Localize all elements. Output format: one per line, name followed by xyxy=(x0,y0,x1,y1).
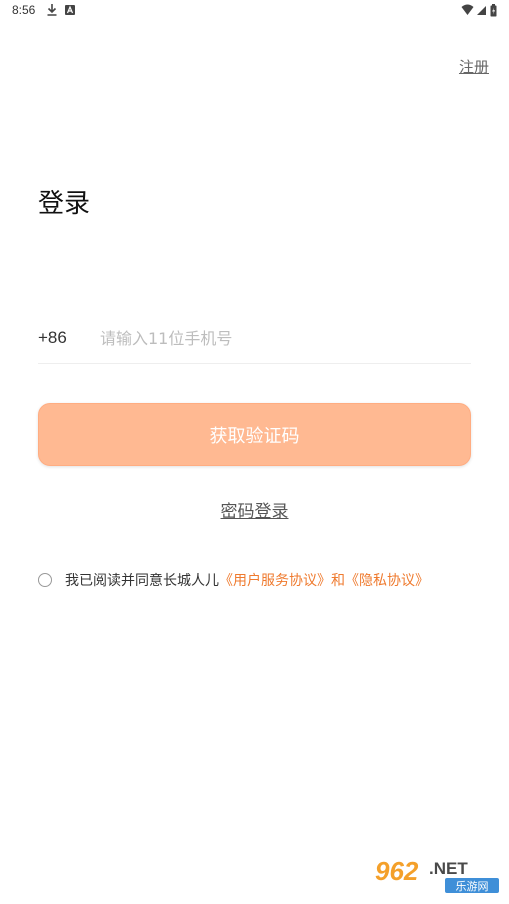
register-link[interactable]: 注册 xyxy=(459,56,489,77)
phone-input-row: +86 xyxy=(38,313,471,364)
battery-icon xyxy=(490,3,497,16)
signal-icon xyxy=(477,6,486,15)
agreement-row: 我已阅读并同意长城人儿《用户服务协议》和《隐私协议》 xyxy=(38,570,478,590)
status-icons-right xyxy=(461,3,497,17)
get-verification-code-button[interactable]: 获取验证码 xyxy=(38,403,471,466)
country-code[interactable]: +86 xyxy=(38,328,98,348)
download-icon xyxy=(47,4,57,16)
password-login-container: 密码登录 xyxy=(0,497,509,522)
agree-radio-checkbox[interactable] xyxy=(38,573,52,587)
watermark-domain: .NET xyxy=(429,859,468,878)
agreement-text: 我已阅读并同意长城人儿《用户服务协议》和《隐私协议》 xyxy=(65,570,429,590)
wifi-icon xyxy=(461,4,474,15)
phone-number-input[interactable] xyxy=(98,327,471,349)
agreement-prefix: 我已阅读并同意长城人儿 xyxy=(65,573,219,589)
watermark-site-name: 乐游网 xyxy=(456,880,489,893)
site-watermark-logo: 962 .NET 乐游网 xyxy=(371,854,503,894)
watermark-number: 962 xyxy=(375,856,419,886)
status-bar: 8:56 xyxy=(0,0,509,22)
agreement-conjunction: 和 xyxy=(331,573,345,589)
user-agreement-link[interactable]: 《用户服务协议》 xyxy=(219,573,331,589)
privacy-policy-link[interactable]: 《隐私协议》 xyxy=(345,573,429,589)
password-login-link[interactable]: 密码登录 xyxy=(221,502,289,522)
notification-a-icon xyxy=(65,5,75,15)
status-time: 8:56 xyxy=(12,3,36,17)
page-title: 登录 xyxy=(38,189,91,219)
